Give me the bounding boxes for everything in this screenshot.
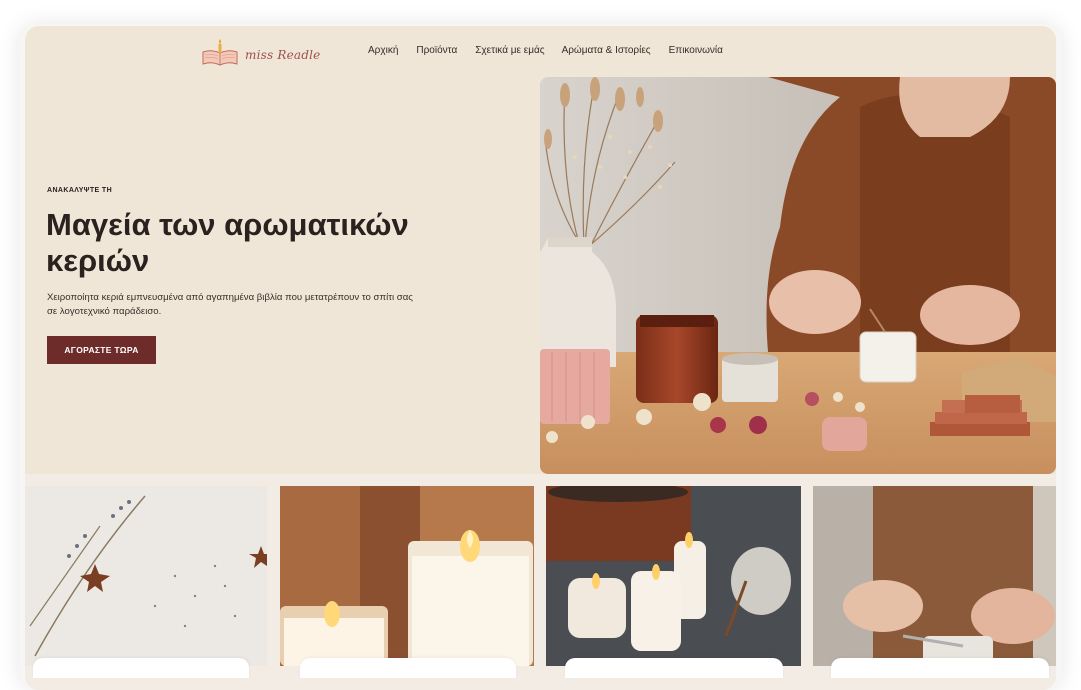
nav-item-contact[interactable]: Επικοινωνία bbox=[669, 45, 723, 56]
card-caption-1[interactable] bbox=[33, 658, 249, 678]
hero-headline: Μαγεία των αρωματικών κεριών bbox=[46, 207, 409, 278]
card-caption-3[interactable] bbox=[565, 658, 783, 678]
main-nav: Αρχική Προϊόντα Σχετικά με εμάς Αρώματα … bbox=[368, 45, 723, 56]
website: miss Readle Αρχική Προϊόντα Σχετικά με ε… bbox=[25, 26, 1056, 690]
card-image-glass-candles[interactable] bbox=[280, 486, 534, 666]
hero-eyebrow: ΑΝΑΚΑΛΥΨΤΕ ΤΗ bbox=[47, 187, 113, 194]
card-caption-2[interactable] bbox=[300, 658, 516, 678]
open-book-candle-icon bbox=[202, 39, 238, 66]
card-image-candle-making[interactable] bbox=[813, 486, 1056, 666]
hero-image bbox=[540, 77, 1056, 474]
card-image-spices[interactable] bbox=[25, 486, 267, 666]
browser-frame: miss Readle Αρχική Προϊόντα Σχετικά με ε… bbox=[19, 24, 1062, 690]
nav-item-products[interactable]: Προϊόντα bbox=[416, 45, 457, 56]
nav-item-home[interactable]: Αρχική bbox=[368, 45, 398, 56]
card-image-pillar-candles[interactable] bbox=[546, 486, 801, 666]
hero-description: Χειροποίητα κεριά εμπνευσμένα από αγαπημ… bbox=[47, 292, 413, 317]
card-caption-4[interactable] bbox=[831, 658, 1049, 678]
shop-now-button[interactable]: ΑΓΟΡΑΣΤΕ ΤΩΡΑ bbox=[47, 336, 156, 364]
brand-logo[interactable]: miss Readle bbox=[201, 38, 320, 68]
brand-name: miss Readle bbox=[245, 48, 321, 62]
nav-item-scents-stories[interactable]: Αρώματα & Ιστορίες bbox=[562, 45, 651, 56]
nav-item-about[interactable]: Σχετικά με εμάς bbox=[475, 45, 544, 56]
